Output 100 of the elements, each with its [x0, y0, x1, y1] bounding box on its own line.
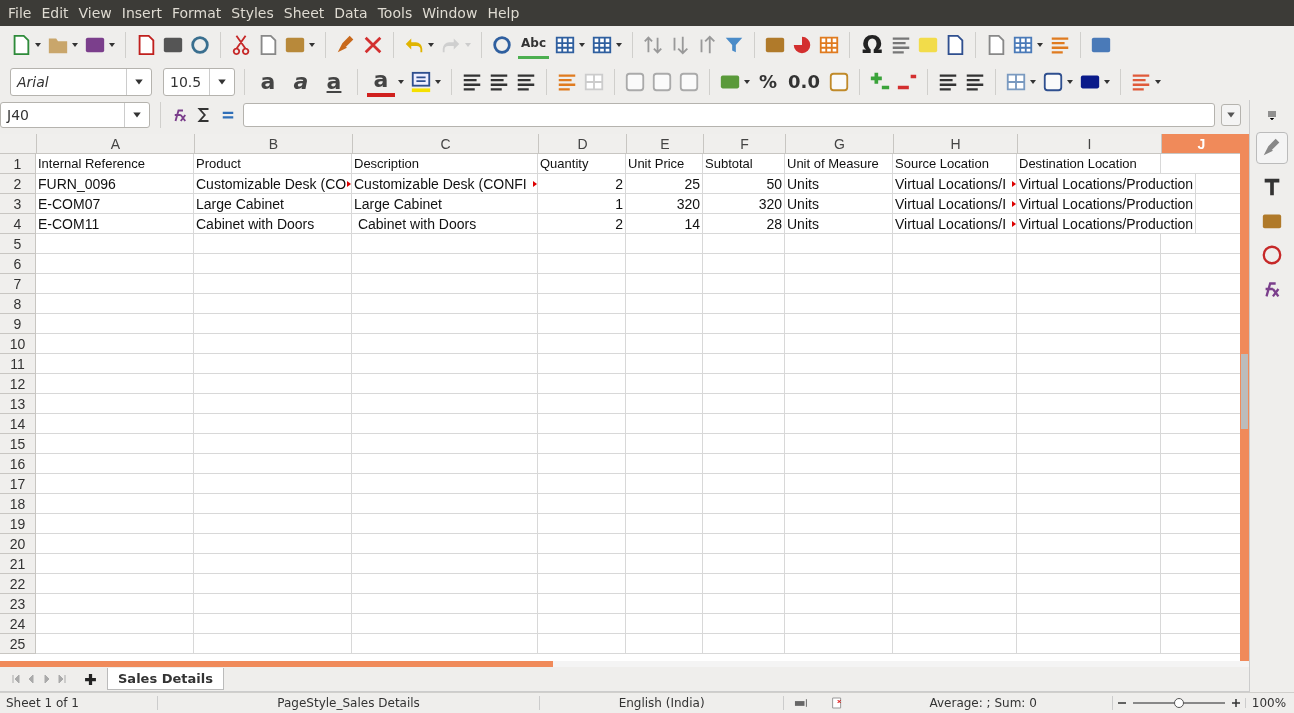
menu-item[interactable]: View: [74, 5, 118, 21]
italic-button[interactable]: a: [287, 67, 315, 96]
row-header[interactable]: 18: [0, 494, 36, 514]
dropdown-arrow-icon[interactable]: [1036, 40, 1045, 49]
row-header[interactable]: 4: [0, 214, 36, 234]
row-header[interactable]: 2: [0, 174, 36, 194]
table-cell: Cabinet with Doors: [194, 214, 352, 234]
row-header[interactable]: 20: [0, 534, 36, 554]
add-sheet-icon[interactable]: [84, 672, 97, 686]
zoom-slider-thumb[interactable]: [1173, 698, 1184, 708]
menu-item[interactable]: Styles: [227, 5, 280, 21]
table-cell: Virtual Locations/Production: [1017, 194, 1197, 214]
underline-button[interactable]: a: [320, 67, 348, 96]
dropdown-arrow-icon[interactable]: [743, 77, 751, 86]
highlight-color-icon[interactable]: [410, 70, 432, 93]
menu-item[interactable]: Sheet: [279, 5, 331, 21]
dropdown-arrow-icon[interactable]: [108, 40, 116, 49]
table-cell: Virtual Locations/Production: [1017, 174, 1197, 194]
menu-item[interactable]: Edit: [37, 5, 75, 21]
column-header[interactable]: I: [1018, 134, 1162, 154]
dropdown-arrow-icon[interactable]: [615, 40, 623, 49]
table-cell: 320: [626, 194, 703, 214]
row-header[interactable]: 22: [0, 574, 36, 594]
row-header[interactable]: 6: [0, 254, 36, 274]
menu-item[interactable]: Tools: [373, 5, 419, 21]
row-header[interactable]: 21: [0, 554, 36, 574]
row-header[interactable]: 24: [0, 614, 36, 634]
row-header[interactable]: 16: [0, 454, 36, 474]
horizontal-scrollbar[interactable]: [0, 661, 1249, 667]
dropdown-arrow-icon[interactable]: [427, 40, 435, 49]
row-header[interactable]: 25: [0, 634, 36, 654]
table-cell: 25: [626, 174, 703, 194]
formula-input-field[interactable]: [243, 103, 1215, 127]
dropdown-arrow-icon[interactable]: [1065, 77, 1074, 86]
table-cell: Unit Price: [626, 154, 703, 174]
table-cell: Destination Location: [1017, 154, 1161, 174]
row-header[interactable]: 11: [0, 354, 36, 374]
column-header[interactable]: B: [195, 134, 353, 154]
table-cell: Subtotal: [703, 154, 785, 174]
selection-mode-icon[interactable]: [794, 697, 810, 709]
font-color-button[interactable]: a: [367, 66, 395, 97]
row-header[interactable]: 14: [0, 414, 36, 434]
font-size-field[interactable]: 10.5: [163, 67, 235, 96]
table-cell: Cabinet with Doors: [352, 214, 538, 234]
cut-icon[interactable]: [230, 33, 252, 56]
menu-item[interactable]: Format: [167, 5, 228, 21]
column-header[interactable]: G: [786, 134, 894, 154]
row-header[interactable]: 12: [0, 374, 36, 394]
font-name-field[interactable]: Arial: [10, 67, 152, 96]
sidebar-menu-icon[interactable]: [1267, 110, 1277, 120]
zoom-in-icon[interactable]: [1230, 698, 1241, 708]
expand-formula-button[interactable]: [1221, 104, 1241, 126]
column-header[interactable]: C: [353, 134, 539, 154]
row-header[interactable]: 10: [0, 334, 36, 354]
row-header[interactable]: 8: [0, 294, 36, 314]
dropdown-arrow-icon[interactable]: [578, 40, 586, 49]
menu-item[interactable]: Insert: [117, 5, 168, 21]
table-cell: Quantity: [538, 154, 626, 174]
number-format-button[interactable]: 0.0: [785, 67, 823, 96]
date-icon[interactable]: [827, 70, 850, 93]
dropdown-arrow-icon[interactable]: [71, 40, 79, 49]
dropdown-arrow-icon[interactable]: [1102, 77, 1111, 86]
dropdown-arrow-icon[interactable]: [397, 77, 405, 86]
table-cell: Internal Reference: [36, 154, 194, 174]
row-header[interactable]: 13: [0, 394, 36, 414]
spelling-button[interactable]: Abc: [518, 30, 549, 59]
dropdown-arrow-icon[interactable]: [1153, 77, 1162, 86]
name-box[interactable]: J40: [0, 102, 150, 128]
menu-item[interactable]: File: [4, 5, 38, 21]
row-header[interactable]: 5: [0, 234, 36, 254]
row-header[interactable]: 3: [0, 194, 36, 214]
menu-item[interactable]: Data: [330, 5, 374, 21]
row-header[interactable]: 19: [0, 514, 36, 534]
row-header[interactable]: 17: [0, 474, 36, 494]
dropdown-arrow-icon[interactable]: [1028, 77, 1037, 86]
border-style-icon[interactable]: [1041, 70, 1064, 93]
percent-button[interactable]: %: [756, 67, 781, 96]
row-header[interactable]: 23: [0, 594, 36, 614]
vertical-scrollbar[interactable]: [1240, 134, 1249, 661]
column-header[interactable]: A: [37, 134, 195, 154]
dropdown-arrow-icon: [132, 110, 142, 120]
bold-button[interactable]: a: [254, 67, 282, 96]
row-header[interactable]: 9: [0, 314, 36, 334]
dropdown-arrow-icon[interactable]: [308, 40, 316, 49]
table-cell: Unit of Measure: [785, 154, 893, 174]
row-header[interactable]: 7: [0, 274, 36, 294]
column-header[interactable]: E: [627, 134, 704, 154]
table-cell: 2: [538, 214, 626, 234]
row-header[interactable]: 15: [0, 434, 36, 454]
dropdown-arrow-icon[interactable]: [34, 40, 42, 49]
column-header[interactable]: D: [539, 134, 627, 154]
menu-item[interactable]: Help: [483, 5, 526, 21]
row-header[interactable]: 1: [0, 154, 36, 174]
table-cell: E-COM11: [36, 214, 194, 234]
menu-item[interactable]: Window: [418, 5, 484, 21]
column-header[interactable]: F: [704, 134, 786, 154]
column-header[interactable]: H: [894, 134, 1018, 154]
dropdown-arrow-icon[interactable]: [434, 77, 442, 86]
sheet-tab[interactable]: Sales Details: [107, 668, 224, 690]
special-character-button[interactable]: Ω: [859, 30, 886, 59]
